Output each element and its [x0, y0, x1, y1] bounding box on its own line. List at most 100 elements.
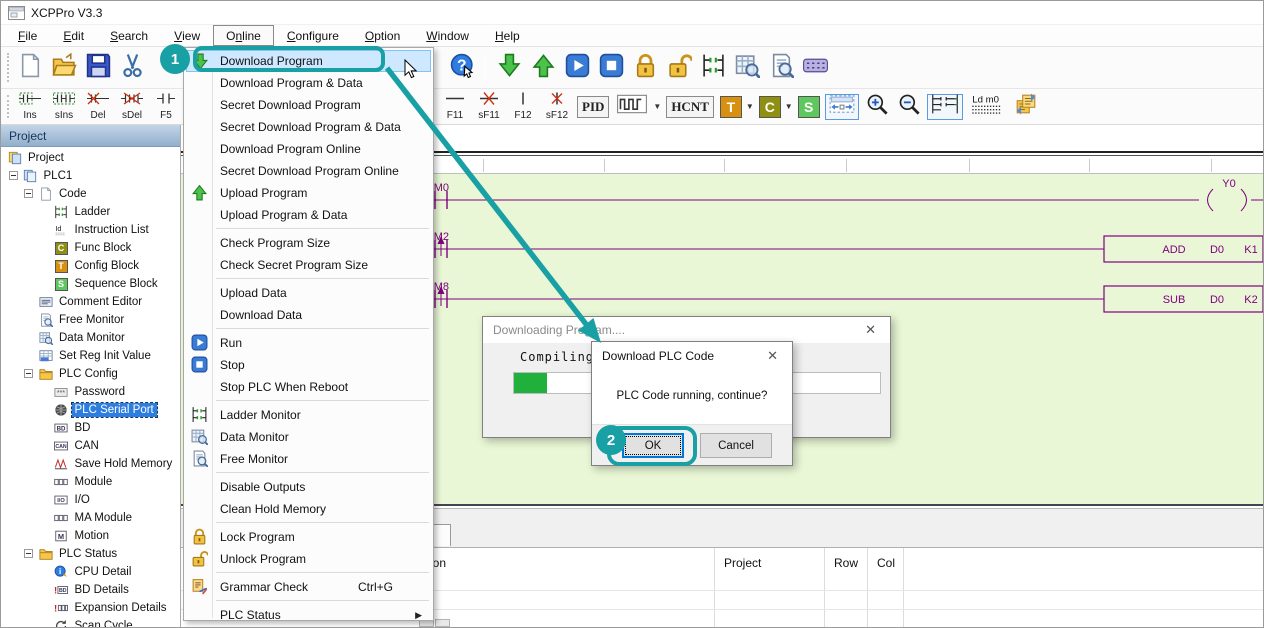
tree-item-motion[interactable]: MMotion [54, 527, 113, 545]
menu-item-grammar-check[interactable]: Grammar CheckCtrl+G [186, 576, 431, 598]
menu-item-ladder-monitor[interactable]: Ladder Monitor [186, 404, 431, 426]
zoom-in-button[interactable] [863, 94, 891, 120]
ladder-monitor-button[interactable] [696, 52, 730, 84]
menu-online[interactable]: Online [213, 25, 274, 46]
tree-expander[interactable] [24, 189, 33, 198]
tree-item-set-reg-init-value[interactable]: Set Reg Init Value [38, 347, 154, 365]
counter-block-button[interactable]: C [759, 96, 781, 118]
zoom-out-button[interactable] [895, 94, 923, 120]
menu-edit[interactable]: Edit [50, 25, 97, 46]
menu-window[interactable]: Window [413, 25, 482, 46]
lock-program-button[interactable] [628, 52, 662, 84]
tree-item-bd[interactable]: BDBD [54, 419, 94, 437]
ladder-edit-f5-button[interactable]: F5 [149, 90, 183, 124]
menu-item-run[interactable]: Run [186, 332, 431, 354]
tree-item-bd-details[interactable]: !BDBD Details [54, 581, 132, 599]
upload-program-button[interactable] [526, 52, 560, 84]
communication-button[interactable] [798, 52, 832, 84]
fit-window-button[interactable] [825, 94, 859, 120]
tree-item-ladder[interactable]: Ladder [54, 203, 114, 221]
open-file-button[interactable] [47, 52, 81, 84]
tree-expander[interactable] [24, 549, 33, 558]
tree-item-save-hold-memory[interactable]: Save Hold Memory [54, 455, 176, 473]
menu-item-disable-outputs[interactable]: Disable Outputs [186, 476, 431, 498]
menu-item-secret-download-program-online[interactable]: Secret Download Program Online [186, 160, 431, 182]
convert-view-button[interactable] [1011, 94, 1041, 120]
tree-item-plc-status[interactable]: PLC Status [38, 545, 120, 563]
pid-instruction-button[interactable]: PID [577, 96, 609, 118]
menu-item-check-program-size[interactable]: Check Program Size [186, 232, 431, 254]
menu-item-download-program-online[interactable]: Download Program Online [186, 138, 431, 160]
menu-item-upload-program[interactable]: Upload Program [186, 182, 431, 204]
tree-item-sequence-block[interactable]: SSequence Block [54, 275, 161, 293]
ladder-edit-ins-button[interactable]: Ins [13, 90, 47, 124]
close-icon[interactable]: ✕ [763, 348, 782, 364]
menu-item-upload-program-data[interactable]: Upload Program & Data [186, 204, 431, 226]
tree-item-func-block[interactable]: CFunc Block [54, 239, 135, 257]
menu-item-stop-plc-when-reboot[interactable]: Stop PLC When Reboot [186, 376, 431, 398]
cut-button[interactable] [115, 52, 149, 84]
menu-item-download-program-data[interactable]: Download Program & Data [186, 72, 431, 94]
dropdown-arrow-icon[interactable]: ▼ [746, 102, 754, 111]
instruction-list-view-button[interactable]: Ld m0 [967, 94, 1007, 120]
tree-expander[interactable] [24, 369, 33, 378]
new-file-button[interactable] [13, 52, 47, 84]
menu-item-check-secret-program-size[interactable]: Check Secret Program Size [186, 254, 431, 276]
tree-item-plc-config[interactable]: PLC Config [38, 365, 121, 383]
tree-item-cpu-detail[interactable]: iCPU Detail [54, 563, 135, 581]
hcnt-instruction-button[interactable]: HCNT [666, 96, 714, 118]
menu-option[interactable]: Option [352, 25, 413, 46]
tree-item-comment-editor[interactable]: Comment Editor [38, 293, 145, 311]
tree-item-plc1[interactable]: PLC1 [23, 167, 76, 185]
tree-item-config-block[interactable]: TConfig Block [54, 257, 143, 275]
data-monitor-button[interactable] [730, 52, 764, 84]
menu-item-data-monitor[interactable]: Data Monitor [186, 426, 431, 448]
menu-item-secret-download-program-data[interactable]: Secret Download Program & Data [186, 116, 431, 138]
menu-search[interactable]: Search [97, 25, 161, 46]
menu-file[interactable]: File [5, 25, 50, 46]
tree-expander[interactable] [9, 171, 18, 180]
ladder-edit-f12-button[interactable]: F12 [506, 90, 540, 124]
timer-block-button[interactable]: T [720, 96, 742, 118]
tree-item-code[interactable]: Code [38, 185, 90, 203]
menu-item-lock-program[interactable]: Lock Program [186, 526, 431, 548]
context-help-button[interactable]: ? [445, 52, 479, 84]
tree-item-project[interactable]: Project [7, 149, 67, 167]
menu-help[interactable]: Help [482, 25, 533, 46]
tree-item-plc-serial-port[interactable]: PLC Serial Port [54, 401, 157, 419]
ladder-edit-sf12-button[interactable]: sF12 [540, 90, 574, 124]
close-icon[interactable]: ✕ [861, 322, 880, 338]
dropdown-arrow-icon[interactable]: ▼ [785, 102, 793, 111]
ladder-edit-sins-button[interactable]: sIns [47, 90, 81, 124]
tree-item-i-o[interactable]: I/OI/O [54, 491, 93, 509]
free-monitor-button[interactable] [764, 52, 798, 84]
run-plc-button[interactable] [560, 52, 594, 84]
pulse-instruction-button[interactable] [614, 94, 650, 120]
tree-item-module[interactable]: Module [54, 473, 116, 491]
tree-item-can[interactable]: CANCAN [54, 437, 102, 455]
ladder-edit-sf11-button[interactable]: sF11 [472, 90, 506, 124]
menu-configure[interactable]: Configure [274, 25, 352, 46]
tree-item-password[interactable]: ***Password [54, 383, 129, 401]
ladder-view-button[interactable] [927, 94, 963, 120]
hscroll-button[interactable] [435, 619, 450, 627]
menu-item-upload-data[interactable]: Upload Data [186, 282, 431, 304]
menu-item-secret-download-program[interactable]: Secret Download Program [186, 94, 431, 116]
menu-item-stop[interactable]: Stop [186, 354, 431, 376]
tree-item-instruction-list[interactable]: IdInstruction List [54, 221, 152, 239]
tree-item-ma-module[interactable]: MA Module [54, 509, 136, 527]
cancel-button[interactable]: Cancel [700, 433, 772, 458]
menu-item-clean-hold-memory[interactable]: Clean Hold Memory [186, 498, 431, 520]
dropdown-arrow-icon[interactable]: ▼ [653, 102, 661, 111]
menu-item-free-monitor[interactable]: Free Monitor [186, 448, 431, 470]
tree-item-scan-cycle[interactable]: Scan Cycle [54, 617, 136, 627]
save-file-button[interactable] [81, 52, 115, 84]
tree-item-data-monitor[interactable]: Data Monitor [38, 329, 128, 347]
ladder-edit-del-button[interactable]: Del [81, 90, 115, 124]
menu-item-download-data[interactable]: Download Data [186, 304, 431, 326]
menu-view[interactable]: View [161, 25, 213, 46]
ladder-edit-f11-button[interactable]: F11 [438, 90, 472, 124]
ladder-edit-sdel-button[interactable]: sDel [115, 90, 149, 124]
stop-plc-button[interactable] [594, 52, 628, 84]
sequence-block-button[interactable]: S [798, 96, 820, 118]
